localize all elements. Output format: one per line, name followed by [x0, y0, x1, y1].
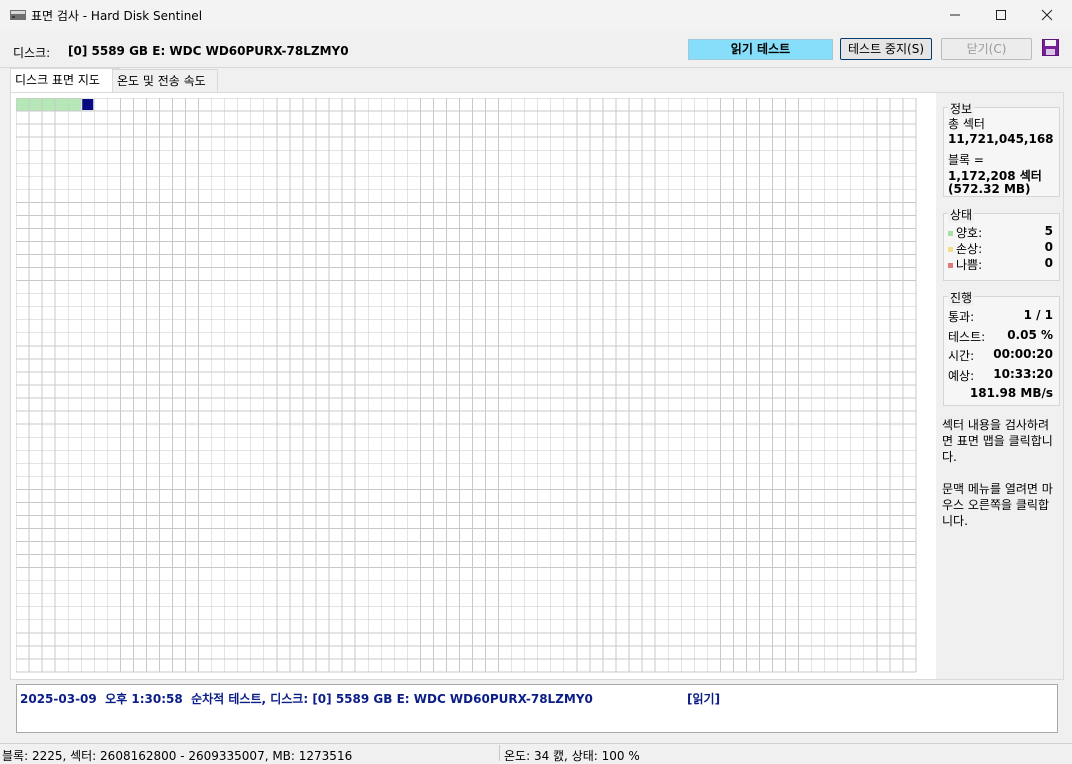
map-block-good [55, 98, 69, 112]
stop-test-button[interactable]: 테스트 중지(S) [840, 38, 932, 60]
note2-line2: 우스 오른쪽을 클릭합 [942, 498, 1049, 512]
block-mb-value: (572.32 MB) [948, 182, 1031, 196]
time-value: 00:00:20 [993, 347, 1053, 361]
note2-line1: 문맥 메뉴를 열려면 마 [942, 482, 1053, 496]
eta-value: 10:33:20 [993, 367, 1053, 381]
test-label: 테스트: [948, 330, 986, 344]
test-value: 0.05 % [1007, 328, 1053, 342]
map-block-good [68, 98, 82, 112]
click-map-note: 섹터 내용을 검사하려 면 표면 맵을 클릭합니 다. [942, 417, 1060, 465]
disk-label: 디스크: [13, 46, 51, 60]
note2-line3: 니다. [942, 514, 968, 528]
log-entry: 2025-03-09 오후 1:30:58 순차적 테스트, 디스크: [0] … [20, 692, 593, 706]
note1-line3: 다. [942, 450, 957, 464]
status-block-info: 블록: 2225, 섹터: 2608162800 - 2609335007, M… [2, 749, 353, 763]
state-group-title: 상태 [948, 206, 975, 223]
speed-value: 181.98 MB/s [969, 386, 1053, 400]
block-label: 블록 = [948, 153, 984, 167]
progress-group: 진행 통과: 1 / 1 테스트: 0.05 % 시간: 00:00:20 예상… [943, 289, 1060, 406]
context-menu-note: 문맥 메뉴를 열려면 마 우스 오른쪽을 클릭합 니다. [942, 481, 1060, 529]
tab-temp-speed[interactable]: 온도 및 전송 속도 [112, 69, 218, 92]
title-bar: 표면 검사 - Hard Disk Sentinel [0, 0, 1072, 31]
state-damaged-value: 0 [1044, 240, 1053, 254]
eta-label: 예상: [948, 369, 975, 383]
status-temp-health: 온도: 34 캜, 상태: 100 % [504, 749, 640, 763]
log-panel[interactable]: 2025-03-09 오후 1:30:58 순차적 테스트, 디스크: [0] … [16, 684, 1058, 733]
close-icon [1041, 9, 1053, 21]
hard-disk-icon [10, 10, 26, 20]
status-separator [499, 745, 500, 761]
close-dialog-button[interactable]: 닫기(C) [941, 38, 1032, 60]
total-sectors-label: 총 섹터 [948, 117, 985, 131]
pass-row: 통과: 1 / 1 [948, 308, 1053, 325]
state-bad-value: 0 [1044, 256, 1053, 270]
status-bar: 블록: 2225, 섹터: 2608162800 - 2609335007, M… [0, 743, 1072, 763]
test-row: 테스트: 0.05 % [948, 328, 1053, 345]
maximize-icon [996, 10, 1006, 20]
time-row: 시간: 00:00:20 [948, 347, 1053, 364]
progress-group-title: 진행 [948, 289, 975, 306]
surface-map-grid[interactable] [16, 98, 919, 675]
state-bad-label: 나쁨: [956, 258, 983, 272]
minimize-button[interactable] [932, 0, 978, 30]
map-block-current [82, 99, 94, 111]
state-good-value: 5 [1044, 224, 1053, 238]
map-block-good [42, 98, 56, 112]
window-title: 표면 검사 - Hard Disk Sentinel [31, 9, 203, 23]
minimize-icon [950, 14, 960, 16]
map-block-good [16, 98, 30, 112]
eta-row: 예상: 10:33:20 [948, 367, 1053, 384]
header-bar: 디스크: [0] 5589 GB E: WDC WD60PURX-78LZMY0… [0, 31, 1072, 68]
tab-surface-map[interactable]: 디스크 표면 지도 [10, 68, 120, 93]
state-bad-row: 나쁨: 0 [948, 256, 1053, 273]
map-block-good [29, 98, 43, 112]
time-label: 시간: [948, 349, 975, 363]
total-sectors-value: 11,721,045,168 [948, 132, 1054, 146]
surface-map-panel: 정보 총 섹터 11,721,045,168 블록 = 1,172,208 섹터… [10, 92, 1064, 680]
state-good-row: 양호: 5 [948, 224, 1053, 241]
note1-line1: 섹터 내용을 검사하려 [942, 418, 1049, 432]
pass-value: 1 / 1 [1023, 308, 1053, 322]
maximize-button[interactable] [978, 0, 1024, 30]
disk-name: [0] 5589 GB E: WDC WD60PURX-78LZMY0 [68, 44, 349, 58]
bad-legend-swatch [948, 263, 953, 268]
pass-label: 통과: [948, 310, 975, 324]
note1-line2: 면 표면 맵을 클릭합니 [942, 434, 1053, 448]
info-sidebar: 정보 총 섹터 11,721,045,168 블록 = 1,172,208 섹터… [936, 93, 1063, 679]
save-icon[interactable] [1042, 39, 1059, 56]
state-group: 상태 양호: 5 손상: 0 나쁨: 0 [943, 206, 1060, 281]
log-entry-tag: [읽기] [687, 692, 721, 706]
state-damaged-label: 손상: [956, 242, 983, 256]
test-status-indicator: 읽기 테스트 [688, 39, 833, 60]
close-button[interactable] [1024, 0, 1070, 30]
damaged-legend-swatch [948, 247, 953, 252]
state-good-label: 양호: [956, 226, 983, 240]
info-group: 정보 총 섹터 11,721,045,168 블록 = 1,172,208 섹터… [943, 100, 1060, 197]
good-legend-swatch [948, 231, 953, 236]
state-damaged-row: 손상: 0 [948, 240, 1053, 257]
